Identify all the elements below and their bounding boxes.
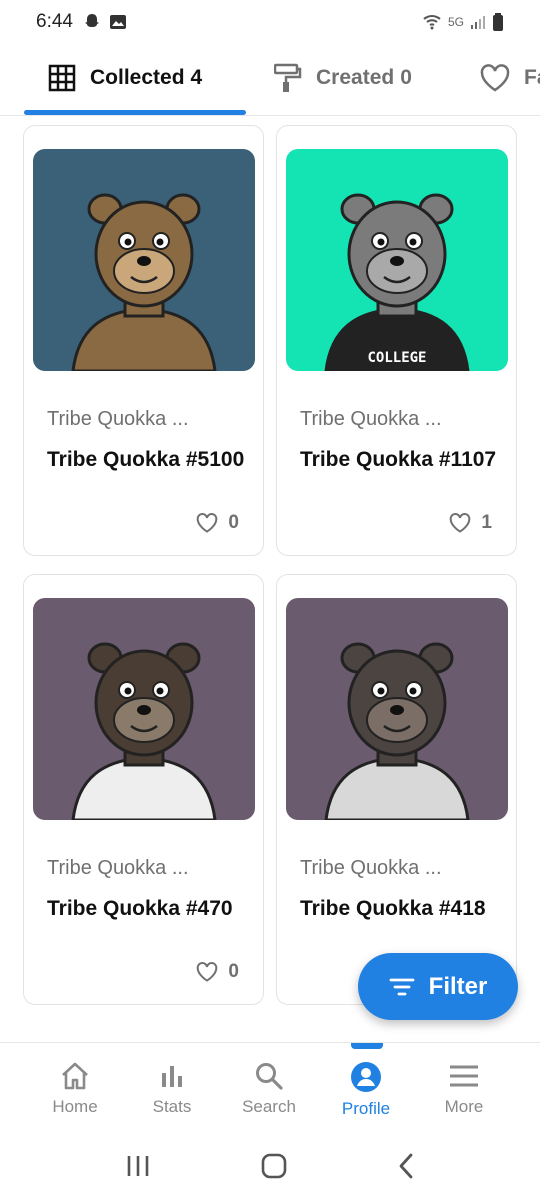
nav-profile-label: Profile: [341, 1099, 391, 1118]
card-collection-name: Tribe Quokka ...: [47, 857, 189, 879]
home-button-icon[interactable]: [260, 1152, 288, 1180]
card-collection-name: Tribe Quokka ...: [300, 857, 442, 879]
card-likes[interactable]: 0: [196, 961, 239, 983]
grid-icon: [48, 64, 76, 92]
stats-icon: [162, 1066, 182, 1087]
card-nft-name: Tribe Quokka #418: [300, 897, 486, 920]
nft-card[interactable]: Tribe Quokka ... Tribe Quokka #470 0: [23, 574, 264, 1005]
tab-created-count: 0: [400, 66, 412, 89]
heart-icon: [197, 962, 218, 982]
filter-icon: [389, 978, 415, 995]
svg-text:COLLEGE: COLLEGE: [367, 350, 426, 366]
nft-image: [33, 149, 255, 371]
snapchat-icon: [84, 14, 99, 27]
card-likes-count: 0: [228, 961, 239, 982]
profile-icon: [351, 1062, 381, 1092]
profile-tabs: Collected4 Created0 Fa: [0, 44, 540, 116]
menu-icon: [450, 1065, 478, 1087]
card-likes[interactable]: 1: [449, 512, 492, 534]
nft-card[interactable]: COLLEGE Tribe Quokka ... Tribe Quokka #1…: [276, 125, 517, 556]
tab-collected-label: Collected: [90, 66, 185, 89]
card-collection-name: Tribe Quokka ...: [47, 408, 189, 430]
nav-search[interactable]: Search: [221, 1061, 317, 1117]
heart-icon: [450, 513, 471, 533]
search-icon: [256, 1063, 283, 1090]
card-likes-count: 0: [228, 512, 239, 533]
nav-stats[interactable]: Stats: [124, 1061, 220, 1117]
filter-button-label: Filter: [428, 972, 488, 1000]
nav-more[interactable]: More: [416, 1061, 512, 1117]
wifi-calling-icon: [423, 15, 441, 30]
nft-image: COLLEGE: [286, 149, 508, 371]
gallery-icon: [109, 15, 126, 29]
quokka-avatar: COLLEGE: [324, 193, 470, 371]
tab-created-label: Created: [316, 66, 395, 89]
card-nft-name: Tribe Quokka #5100: [47, 448, 245, 471]
tab-favorited[interactable]: Fa: [480, 44, 540, 112]
signal-icon: [471, 16, 485, 29]
heart-icon: [197, 513, 218, 533]
home-icon: [62, 1062, 88, 1090]
nav-profile[interactable]: Profile: [318, 1061, 414, 1119]
recent-apps-icon[interactable]: [124, 1153, 152, 1179]
nft-grid: Tribe Quokka ... Tribe Quokka #5100 0 CO…: [0, 116, 540, 1042]
card-nft-name: Tribe Quokka #470: [47, 897, 233, 920]
nft-card[interactable]: Tribe Quokka ... Tribe Quokka #5100 0: [23, 125, 264, 556]
status-time: 6:44: [36, 11, 73, 32]
card-collection-name: Tribe Quokka ...: [300, 408, 442, 430]
status-bar: 6:44 5G: [0, 0, 540, 44]
network-type: 5G: [447, 15, 464, 29]
battery-icon: [493, 13, 503, 31]
quokka-avatar: [324, 642, 470, 820]
active-nav-indicator: [351, 1043, 383, 1049]
quokka-avatar: [71, 642, 217, 820]
bottom-navigation: Home Stats Search Profile More: [0, 1042, 540, 1132]
nav-search-label: Search: [242, 1097, 296, 1116]
nav-stats-label: Stats: [152, 1097, 192, 1116]
card-likes[interactable]: 0: [196, 512, 239, 534]
active-tab-indicator: [24, 110, 246, 115]
heart-icon: [480, 64, 510, 92]
card-likes-count: 1: [481, 512, 492, 533]
tab-collected[interactable]: Collected 4: [48, 44, 202, 112]
nft-image: [33, 598, 255, 820]
card-nft-name: Tribe Quokka #1107: [300, 448, 497, 471]
nav-home[interactable]: Home: [27, 1061, 123, 1117]
filter-button[interactable]: Filter: [358, 953, 518, 1020]
nft-image: [286, 598, 508, 820]
tab-created[interactable]: Created 0: [274, 44, 412, 112]
tab-collected-count: 4: [190, 66, 203, 89]
nft-card[interactable]: Tribe Quokka ... Tribe Quokka #418 0: [276, 574, 517, 1005]
system-navigation-bar: [0, 1132, 540, 1200]
back-icon[interactable]: [396, 1152, 416, 1180]
quokka-avatar: [71, 193, 217, 371]
nav-home-label: Home: [52, 1097, 98, 1116]
tab-favorited-label: Fa: [524, 66, 540, 89]
nav-more-label: More: [444, 1097, 484, 1116]
paint-roller-icon: [274, 63, 302, 92]
